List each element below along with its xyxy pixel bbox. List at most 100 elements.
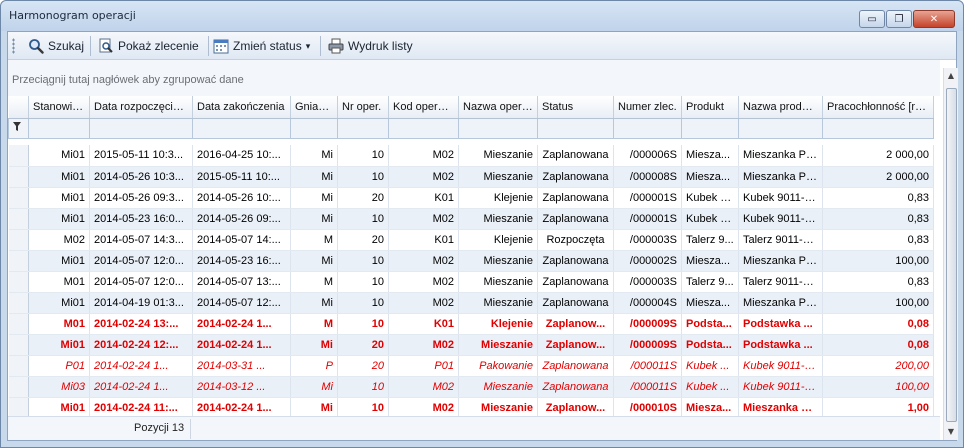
- column-header-nazwa-operacji[interactable]: Nazwa operacji: [458, 96, 538, 119]
- cell-nazwa-operacji[interactable]: Klejenie: [458, 229, 538, 251]
- row-indicator[interactable]: [8, 271, 29, 293]
- cell-kod-operacji[interactable]: M02: [388, 271, 459, 293]
- table-row[interactable]: M02 2014-05-07 14:3... 2014-05-07 14:... M 2…: [8, 229, 934, 251]
- cell-nazwa-produktu[interactable]: Kubek 9011-180: [738, 208, 823, 230]
- cell-status[interactable]: Zaplanowana: [537, 187, 614, 209]
- filter-cell-data-rozpoczecia[interactable]: [89, 117, 193, 139]
- cell-nr-oper[interactable]: 10: [337, 376, 389, 398]
- cell-status[interactable]: Zaplanowana: [537, 145, 614, 167]
- scrollbar-thumb[interactable]: [946, 88, 957, 422]
- column-header-produkt[interactable]: Produkt: [681, 96, 739, 119]
- cell-pracochlonnosc[interactable]: 0,83: [822, 208, 934, 230]
- table-row[interactable]: Mi01 2014-05-26 10:3... 2015-05-11 10:... M…: [8, 166, 934, 188]
- cell-data-zakonczenia[interactable]: 2014-03-12 ...: [192, 376, 291, 398]
- cell-gniazdo[interactable]: M: [290, 229, 338, 251]
- change-status-button[interactable]: Zmień status ▾: [213, 36, 310, 56]
- cell-kod-operacji[interactable]: M02: [388, 250, 459, 272]
- cell-nazwa-produktu[interactable]: Podstawka ...: [738, 313, 823, 335]
- cell-nr-oper[interactable]: 20: [337, 355, 389, 377]
- row-indicator[interactable]: [8, 292, 29, 314]
- table-row[interactable]: Mi01 2014-02-24 11:... 2014-02-24 1... Mi 10…: [8, 397, 934, 419]
- cell-nazwa-produktu[interactable]: Talerz 9011-180: [738, 229, 823, 251]
- cell-stanowisko[interactable]: Mi01: [28, 166, 90, 188]
- row-indicator[interactable]: [8, 355, 29, 377]
- cell-nazwa-produktu[interactable]: Mieszanka PC...: [738, 166, 823, 188]
- filter-cell-produkt[interactable]: [681, 117, 739, 139]
- cell-numer-zlec[interactable]: /000001S: [613, 208, 682, 230]
- filter-cell-data-zakonczenia[interactable]: [192, 117, 291, 139]
- cell-kod-operacji[interactable]: M02: [388, 334, 459, 356]
- cell-nazwa-operacji[interactable]: Klejenie: [458, 313, 538, 335]
- cell-data-zakonczenia[interactable]: 2014-03-31 ...: [192, 355, 291, 377]
- cell-pracochlonnosc[interactable]: 2 000,00: [822, 145, 934, 167]
- cell-produkt[interactable]: Podsta...: [681, 334, 739, 356]
- column-header-data-zakonczenia[interactable]: Data zakończenia: [192, 96, 291, 119]
- cell-produkt[interactable]: Talerz 9...: [681, 271, 739, 293]
- cell-pracochlonnosc[interactable]: 0,83: [822, 271, 934, 293]
- cell-nazwa-operacji[interactable]: Mieszanie: [458, 376, 538, 398]
- row-indicator[interactable]: [8, 376, 29, 398]
- column-header-data-rozpoczecia[interactable]: Data rozpoczęcia ▼: [89, 96, 193, 119]
- cell-stanowisko[interactable]: Mi01: [28, 208, 90, 230]
- cell-pracochlonnosc[interactable]: 0,08: [822, 334, 934, 356]
- cell-nr-oper[interactable]: 20: [337, 334, 389, 356]
- cell-gniazdo[interactable]: Mi: [290, 292, 338, 314]
- cell-data-rozpoczecia[interactable]: 2014-05-26 09:3...: [89, 187, 193, 209]
- cell-data-rozpoczecia[interactable]: 2014-02-24 11:...: [89, 397, 193, 419]
- cell-numer-zlec[interactable]: /000002S: [613, 250, 682, 272]
- cell-numer-zlec[interactable]: /000004S: [613, 292, 682, 314]
- cell-stanowisko[interactable]: Mi01: [28, 250, 90, 272]
- row-indicator[interactable]: [8, 208, 29, 230]
- cell-stanowisko[interactable]: P01: [28, 355, 90, 377]
- cell-status[interactable]: Zaplanowana: [537, 271, 614, 293]
- cell-pracochlonnosc[interactable]: 100,00: [822, 250, 934, 272]
- toolbar-grip[interactable]: [12, 38, 15, 54]
- row-indicator[interactable]: [8, 397, 29, 419]
- cell-data-zakonczenia[interactable]: 2014-05-26 09:...: [192, 208, 291, 230]
- cell-nazwa-operacji[interactable]: Mieszanie: [458, 208, 538, 230]
- cell-nazwa-operacji[interactable]: Mieszanie: [458, 397, 538, 419]
- cell-gniazdo[interactable]: Mi: [290, 208, 338, 230]
- cell-kod-operacji[interactable]: M02: [388, 166, 459, 188]
- table-row[interactable]: Mi01 2014-05-23 16:0... 2014-05-26 09:... M…: [8, 208, 934, 230]
- cell-nazwa-produktu[interactable]: Kubek 9011-180: [738, 376, 823, 398]
- cell-data-rozpoczecia[interactable]: 2014-02-24 1...: [89, 355, 193, 377]
- cell-data-rozpoczecia[interactable]: 2014-04-19 01:3...: [89, 292, 193, 314]
- cell-gniazdo[interactable]: P: [290, 355, 338, 377]
- cell-numer-zlec[interactable]: /000008S: [613, 166, 682, 188]
- cell-pracochlonnosc[interactable]: 0,08: [822, 313, 934, 335]
- cell-nazwa-operacji[interactable]: Mieszanie: [458, 334, 538, 356]
- cell-kod-operacji[interactable]: M02: [388, 145, 459, 167]
- cell-gniazdo[interactable]: Mi: [290, 334, 338, 356]
- cell-data-rozpoczecia[interactable]: 2015-05-11 10:3...: [89, 145, 193, 167]
- cell-nazwa-produktu[interactable]: Mieszanka PC...: [738, 397, 823, 419]
- cell-produkt[interactable]: Kubek ...: [681, 376, 739, 398]
- cell-numer-zlec[interactable]: /000011S: [613, 376, 682, 398]
- cell-nr-oper[interactable]: 10: [337, 397, 389, 419]
- cell-nr-oper[interactable]: 10: [337, 271, 389, 293]
- cell-nazwa-produktu[interactable]: Podstawka ...: [738, 334, 823, 356]
- show-order-button[interactable]: Pokaż zlecenie: [98, 36, 199, 56]
- column-header-nr-oper[interactable]: Nr oper.: [337, 96, 389, 119]
- cell-numer-zlec[interactable]: /000006S: [613, 145, 682, 167]
- cell-produkt[interactable]: Miesza...: [681, 145, 739, 167]
- cell-gniazdo[interactable]: Mi: [290, 250, 338, 272]
- cell-nazwa-operacji[interactable]: Mieszanie: [458, 166, 538, 188]
- cell-stanowisko[interactable]: Mi01: [28, 187, 90, 209]
- cell-data-rozpoczecia[interactable]: 2014-02-24 1...: [89, 376, 193, 398]
- cell-produkt[interactable]: Miesza...: [681, 166, 739, 188]
- cell-status[interactable]: Zaplanow...: [537, 334, 614, 356]
- table-row[interactable]: Mi01 2015-05-11 10:3... 2016-04-25 10:... M…: [8, 145, 934, 167]
- filter-cell-stanowisko[interactable]: [28, 117, 90, 139]
- filter-cell-kod-operacji[interactable]: [388, 117, 459, 139]
- cell-nazwa-produktu[interactable]: Mieszanka PC...: [738, 292, 823, 314]
- cell-data-zakonczenia[interactable]: 2014-05-07 12:...: [192, 292, 291, 314]
- cell-nr-oper[interactable]: 10: [337, 208, 389, 230]
- cell-status[interactable]: Rozpoczęta: [537, 229, 614, 251]
- cell-data-zakonczenia[interactable]: 2014-05-26 10:...: [192, 187, 291, 209]
- cell-pracochlonnosc[interactable]: 2 000,00: [822, 166, 934, 188]
- cell-kod-operacji[interactable]: K01: [388, 187, 459, 209]
- filter-cell-nazwa-produktu[interactable]: [738, 117, 823, 139]
- cell-data-zakonczenia[interactable]: 2014-02-24 1...: [192, 334, 291, 356]
- cell-nazwa-operacji[interactable]: Mieszanie: [458, 292, 538, 314]
